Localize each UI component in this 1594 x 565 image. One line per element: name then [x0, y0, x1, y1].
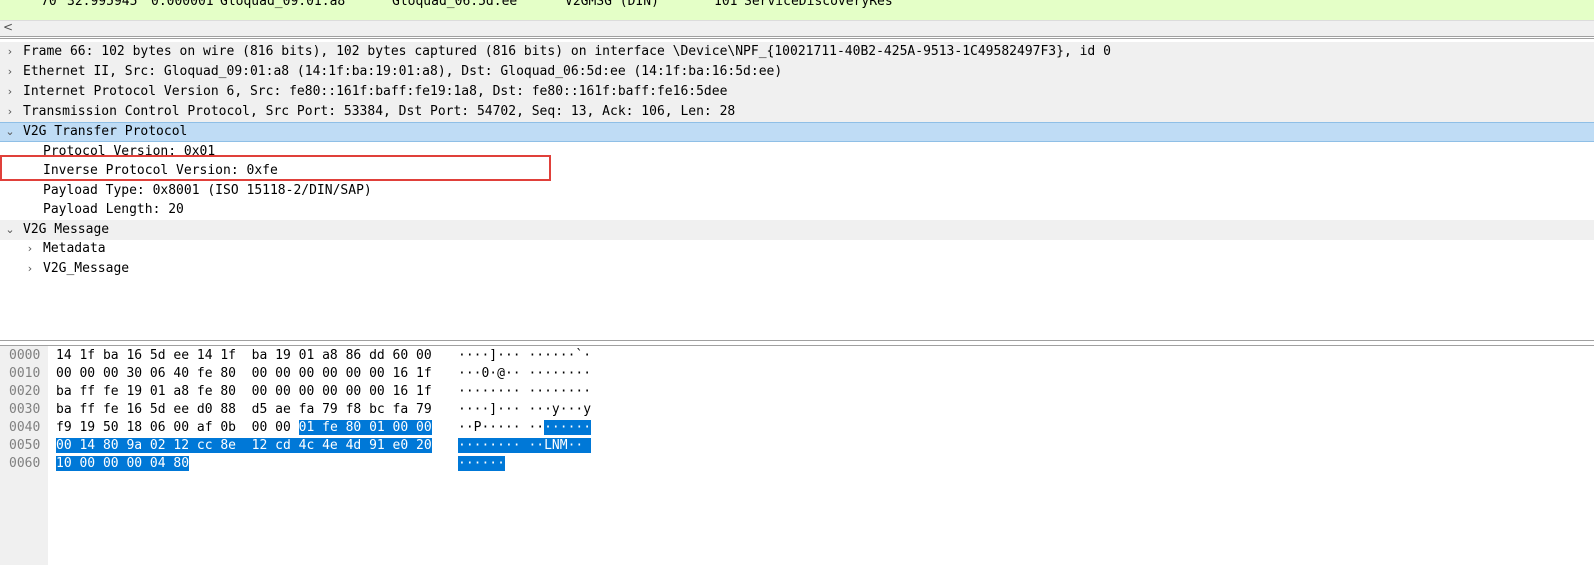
- bytes-hex[interactable]: 00 00 00 30 06 40 fe 80 00 00 00 00 00 0…: [56, 365, 432, 383]
- detail-protocol-version[interactable]: Protocol Version: 0x01: [0, 142, 1594, 162]
- bytes-ascii-plain: ···0·@·· ········: [458, 366, 592, 381]
- detail-v2g-message-subtree[interactable]: › V2G_Message: [0, 259, 1594, 279]
- packet-bytes-pane: 0000 14 1f ba 16 5d ee 14 1f ba 19 01 a8 …: [0, 345, 1594, 565]
- packet-time: 32.995945: [67, 0, 138, 9]
- detail-row-label: Ethernet II, Src: Gloquad_09:01:a8 (14:1…: [23, 64, 783, 79]
- bytes-offset: 0010: [9, 366, 41, 381]
- collapsed-chevron-icon[interactable]: ›: [4, 82, 16, 102]
- packet-details-pane: › Frame 66: 102 bytes on wire (816 bits),…: [0, 38, 1594, 341]
- detail-ipv6[interactable]: › Internet Protocol Version 6, Src: fe80:…: [0, 82, 1594, 102]
- packet-source: Gloquad_09:01:a8: [220, 0, 346, 9]
- detail-inverse-protocol-version[interactable]: Inverse Protocol Version: 0xfe: [0, 161, 1594, 181]
- bytes-hex[interactable]: f9 19 50 18 06 00 af 0b 00 00 01 fe 80 0…: [56, 419, 432, 437]
- collapsed-chevron-icon[interactable]: ›: [24, 259, 36, 279]
- packet-list-row[interactable]: 70 32.995945 0.000001 Gloquad_09:01:a8 G…: [0, 0, 893, 11]
- bytes-hex-plain: 14 1f ba 16 5d ee 14 1f ba 19 01 a8 86 d…: [56, 348, 432, 363]
- bytes-hex-selected: 10 00 00 00 04 80: [56, 456, 190, 471]
- bytes-hex-plain: ba ff fe 19 01 a8 fe 80 00 00 00 00 00 0…: [56, 384, 432, 399]
- bytes-hex[interactable]: 14 1f ba 16 5d ee 14 1f ba 19 01 a8 86 d…: [56, 347, 432, 365]
- packet-length: 101: [714, 0, 738, 9]
- detail-row-label: Protocol Version: 0x01: [43, 144, 216, 159]
- bytes-ascii[interactable]: ···0·@·· ········: [458, 365, 591, 383]
- packet-delta-time: 0.000001: [151, 0, 214, 9]
- packet-list: 70 32.995945 0.000001 Gloquad_09:01:a8 G…: [0, 0, 1594, 20]
- detail-row-label: V2G_Message: [43, 261, 130, 276]
- scroll-left-icon[interactable]: <: [3, 20, 13, 34]
- bytes-ascii[interactable]: ····]··· ···y···y: [458, 401, 591, 419]
- bytes-ascii-selected: ······: [458, 456, 505, 471]
- expanded-chevron-icon[interactable]: ⌄: [4, 123, 16, 141]
- detail-v2g-transfer-protocol[interactable]: ⌄ V2G Transfer Protocol: [0, 122, 1594, 142]
- detail-metadata[interactable]: › Metadata: [0, 239, 1594, 259]
- bytes-ascii-plain: ········ ········: [458, 384, 592, 399]
- bytes-hex[interactable]: 00 14 80 9a 02 12 cc 8e 12 cd 4c 4e 4d 9…: [56, 437, 432, 455]
- detail-row-label: Internet Protocol Version 6, Src: fe80::…: [23, 84, 728, 99]
- detail-payload-type[interactable]: Payload Type: 0x8001 (ISO 15118-2/DIN/SA…: [0, 181, 1594, 201]
- collapsed-chevron-icon[interactable]: ›: [4, 42, 16, 62]
- bytes-hex-plain: ba ff fe 16 5d ee d0 88 d5 ae fa 79 f8 b…: [56, 402, 432, 417]
- bytes-ascii-plain: ····]··· ······`·: [458, 348, 592, 363]
- bytes-offset: 0000: [9, 348, 41, 363]
- detail-row-label: V2G Message: [23, 222, 110, 237]
- expanded-chevron-icon[interactable]: ⌄: [4, 220, 16, 240]
- bytes-offset: 0030: [9, 402, 41, 417]
- bytes-ascii-selected: ······: [544, 420, 592, 435]
- bytes-hex[interactable]: ba ff fe 16 5d ee d0 88 d5 ae fa 79 f8 b…: [56, 401, 432, 419]
- bytes-ascii-plain: ····]··· ···y···y: [458, 402, 592, 417]
- detail-tcp[interactable]: › Transmission Control Protocol, Src Port…: [0, 102, 1594, 122]
- detail-row-label: V2G Transfer Protocol: [23, 124, 188, 139]
- bytes-hex[interactable]: ba ff fe 19 01 a8 fe 80 00 00 00 00 00 0…: [56, 383, 432, 401]
- detail-row-label: Payload Length: 20: [43, 202, 184, 217]
- bytes-offset: 0050: [9, 438, 41, 453]
- bytes-ascii-selected: ········ ··LNM··: [458, 438, 592, 453]
- bytes-offset: 0020: [9, 384, 41, 399]
- detail-row-label: Metadata: [43, 241, 106, 256]
- bytes-hex-selected: 01 fe 80 01 00 00: [298, 420, 432, 435]
- bytes-ascii[interactable]: ········ ········: [458, 383, 591, 401]
- packet-destination: Gloquad_06:5d:ee: [392, 0, 518, 9]
- packet-protocol: V2GMSG (DIN): [565, 0, 659, 9]
- detail-ethernet[interactable]: › Ethernet II, Src: Gloquad_09:01:a8 (14:…: [0, 62, 1594, 82]
- bytes-offset: 0060: [9, 456, 41, 471]
- collapsed-chevron-icon[interactable]: ›: [4, 102, 16, 122]
- packet-info: ServiceDiscoveryRes: [744, 0, 893, 9]
- bytes-ascii-plain: ··P····· ··: [458, 420, 545, 435]
- collapsed-chevron-icon[interactable]: ›: [24, 239, 36, 259]
- detail-row-label: Inverse Protocol Version: 0xfe: [43, 163, 278, 178]
- detail-frame[interactable]: › Frame 66: 102 bytes on wire (816 bits),…: [0, 42, 1594, 62]
- detail-v2g-message[interactable]: ⌄ V2G Message: [0, 220, 1594, 240]
- collapsed-chevron-icon[interactable]: ›: [4, 62, 16, 82]
- horizontal-scrollbar[interactable]: <: [0, 20, 1594, 37]
- bytes-hex-selected: 00 14 80 9a 02 12 cc 8e 12 cd 4c 4e 4d 9…: [56, 438, 432, 453]
- bytes-offset: 0040: [9, 420, 41, 435]
- detail-row-label: Transmission Control Protocol, Src Port:…: [23, 104, 736, 119]
- bytes-hex[interactable]: 10 00 00 00 04 80: [56, 455, 190, 473]
- detail-payload-length[interactable]: Payload Length: 20: [0, 200, 1594, 220]
- bytes-ascii[interactable]: ······: [458, 455, 505, 473]
- bytes-hex-plain: 00 00 00 30 06 40 fe 80 00 00 00 00 00 0…: [56, 366, 432, 381]
- bytes-ascii[interactable]: ········ ··LNM··: [458, 437, 592, 455]
- bytes-ascii[interactable]: ··P····· ········: [458, 419, 592, 437]
- detail-row-label: Payload Type: 0x8001 (ISO 15118-2/DIN/SA…: [43, 183, 372, 198]
- detail-row-label: Frame 66: 102 bytes on wire (816 bits), …: [23, 44, 1111, 59]
- bytes-ascii[interactable]: ····]··· ······`·: [458, 347, 591, 365]
- bytes-hex-plain: f9 19 50 18 06 00 af 0b 00 00: [56, 420, 299, 435]
- packet-no: 70: [41, 0, 57, 9]
